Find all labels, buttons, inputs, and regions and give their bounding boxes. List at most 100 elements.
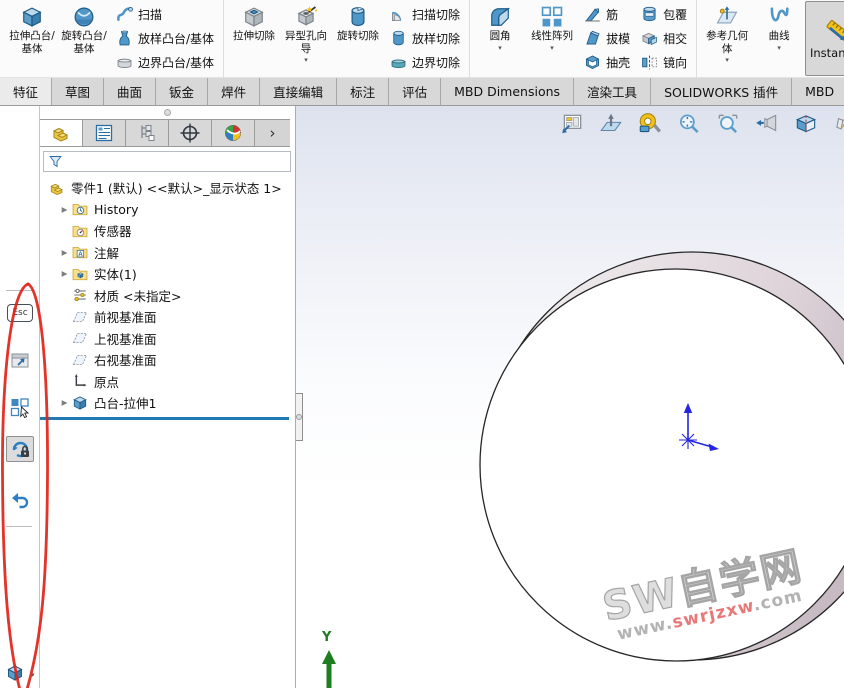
- measure-button[interactable]: [637, 111, 663, 137]
- loft-boss-label: 放样凸台/基体: [138, 30, 214, 47]
- fillet-button[interactable]: 圆角 ▾: [474, 1, 526, 76]
- chevron-down-icon[interactable]: ▾: [31, 671, 35, 679]
- loft-boss-button[interactable]: 放样凸台/基体: [112, 27, 217, 50]
- section-view-button[interactable]: [793, 111, 819, 137]
- tree-item-annotations[interactable]: ▶ A 注解: [40, 242, 295, 264]
- tab-solidworks-addins[interactable]: SOLIDWORKS 插件: [651, 78, 792, 105]
- tree-item-material[interactable]: 材质 <未指定>: [40, 285, 295, 307]
- zoom-to-fit-button[interactable]: [676, 111, 702, 137]
- tree-item-right-plane[interactable]: 右视基准面: [40, 349, 295, 371]
- expand-arrow-icon[interactable]: ▶: [58, 248, 71, 257]
- tab-property-manager[interactable]: [83, 120, 126, 146]
- rib-button[interactable]: 筋: [580, 3, 633, 26]
- tree-root-item[interactable]: 零件1 (默认) <<默认>_显示状态 1>: [40, 177, 295, 199]
- panel-tabs-overflow-button[interactable]: ›: [255, 120, 290, 146]
- breadcrumb-window-button[interactable]: [6, 348, 34, 374]
- tab-configuration-manager[interactable]: [126, 120, 169, 146]
- edit-appearance-button[interactable]: [832, 111, 844, 137]
- tab-dimxpert-manager[interactable]: [169, 120, 212, 146]
- tab-sheet-metal[interactable]: 钣金: [156, 78, 208, 105]
- extrude-boss-button[interactable]: 拉伸凸台/基体: [6, 1, 58, 76]
- measure-tape-icon: [637, 111, 663, 137]
- tab-surfaces[interactable]: 曲面: [104, 78, 156, 105]
- intersect-button[interactable]: 相交: [637, 27, 690, 50]
- tab-evaluate[interactable]: 评估: [389, 78, 441, 105]
- linear-pattern-button[interactable]: 线性阵列 ▾: [526, 1, 578, 76]
- tab-mbd[interactable]: MBD: [792, 78, 844, 105]
- ribbon-group-reference: 参考几何体 ▾ 曲线 ▾ Instant3D: [697, 0, 844, 77]
- boundary-boss-label: 边界凸台/基体: [138, 54, 214, 71]
- hole-wizard-button[interactable]: 异型孔向导 ▾: [280, 1, 332, 76]
- tab-render-tools[interactable]: 渲染工具: [574, 78, 651, 105]
- tree-item-solid-bodies[interactable]: ▶ 实体(1): [40, 263, 295, 285]
- view-settings-window-button[interactable]: [559, 111, 585, 137]
- tab-features[interactable]: 特征: [0, 78, 52, 105]
- boundary-cut-button[interactable]: 边界切除: [386, 51, 463, 74]
- mirror-button[interactable]: 镜向: [637, 51, 690, 74]
- tree-item-label: 原点: [94, 372, 119, 391]
- tree-filter-box[interactable]: [43, 151, 291, 172]
- chevron-down-icon[interactable]: ▾: [498, 43, 502, 53]
- boundary-boss-button[interactable]: 边界凸台/基体: [112, 51, 217, 74]
- undo-button[interactable]: [6, 486, 34, 512]
- curves-button[interactable]: 曲线 ▾: [753, 1, 805, 76]
- sweep-button[interactable]: 扫描: [112, 3, 217, 26]
- splitter-dot-icon: [164, 109, 171, 116]
- window-arrow-hud-icon: [559, 111, 585, 137]
- chevron-down-icon[interactable]: ▾: [725, 55, 729, 65]
- tab-weldments[interactable]: 焊件: [208, 78, 260, 105]
- tree-item-history[interactable]: ▶ History: [40, 199, 295, 221]
- expand-arrow-icon[interactable]: ▶: [58, 398, 71, 407]
- instant3d-button[interactable]: Instant3D: [805, 1, 844, 76]
- extrude-cut-button[interactable]: 拉伸切除: [228, 1, 280, 76]
- boundary-cut-icon: [389, 53, 408, 72]
- normal-to-icon: [598, 111, 624, 137]
- tab-direct-editing[interactable]: 直接编辑: [260, 78, 337, 105]
- revolve-cut-label: 旋转切除: [337, 30, 379, 43]
- tree-item-label: 前视基准面: [94, 307, 157, 326]
- shell-button[interactable]: 抽壳: [580, 51, 633, 74]
- tab-display-manager[interactable]: [212, 120, 255, 146]
- panel-splitter-handle[interactable]: [296, 393, 303, 441]
- tree-item-origin[interactable]: 原点: [40, 371, 295, 393]
- revolve-cut-button[interactable]: 旋转切除: [332, 1, 384, 76]
- history-folder-icon: [71, 200, 89, 218]
- wrap-button[interactable]: 包覆: [637, 3, 690, 26]
- normal-to-button[interactable]: [598, 111, 624, 137]
- tree-item-label: History: [94, 202, 138, 217]
- tree-item-front-plane[interactable]: 前视基准面: [40, 306, 295, 328]
- expand-arrow-icon[interactable]: ▶: [58, 205, 71, 214]
- rotate-lock-button[interactable]: [6, 436, 34, 462]
- previous-view-button[interactable]: [754, 111, 780, 137]
- sweep-cut-button[interactable]: 扫描切除: [386, 3, 463, 26]
- loft-cut-button[interactable]: 放样切除: [386, 27, 463, 50]
- escape-button[interactable]: Esc: [6, 300, 34, 326]
- expand-arrow-icon[interactable]: ▶: [58, 269, 71, 278]
- chevron-down-icon[interactable]: ▾: [550, 43, 554, 53]
- rollback-bar[interactable]: [40, 417, 289, 420]
- tree-item-boss-extrude1[interactable]: ▶ 凸台-拉伸1: [40, 392, 295, 414]
- chevron-down-icon[interactable]: ▾: [777, 43, 781, 53]
- loft-cut-label: 放样切除: [412, 30, 460, 47]
- tab-sketch[interactable]: 草图: [52, 78, 104, 105]
- rib-icon: [583, 5, 602, 24]
- chevron-down-icon[interactable]: ▾: [304, 55, 308, 65]
- extrude-boss-label: 拉伸凸台/基体: [6, 30, 58, 55]
- extrude-cut-label: 拉伸切除: [233, 30, 275, 43]
- tree-item-sensors[interactable]: 传感器: [40, 220, 295, 242]
- esc-key-icon: Esc: [7, 304, 33, 322]
- multi-select-button[interactable]: [6, 394, 34, 420]
- graphics-viewport[interactable]: Y SW自学网 www.swrjzxw.com: [296, 106, 844, 688]
- view-orientation-cube-button[interactable]: [4, 662, 28, 684]
- reference-geometry-button[interactable]: 参考几何体 ▾: [701, 1, 753, 76]
- draft-button[interactable]: 拔模: [580, 27, 633, 50]
- tab-markup[interactable]: 标注: [337, 78, 389, 105]
- zoom-to-area-button[interactable]: [715, 111, 741, 137]
- panel-top-splitter[interactable]: [40, 106, 295, 119]
- tab-mbd-dimensions[interactable]: MBD Dimensions: [441, 78, 574, 105]
- revolve-boss-button[interactable]: 旋转凸台/基体: [58, 1, 110, 76]
- tab-featuremanager-tree[interactable]: [40, 120, 83, 146]
- tree-filter-input[interactable]: [64, 153, 290, 170]
- tree-item-top-plane[interactable]: 上视基准面: [40, 328, 295, 350]
- sweep-cut-label: 扫描切除: [412, 6, 460, 23]
